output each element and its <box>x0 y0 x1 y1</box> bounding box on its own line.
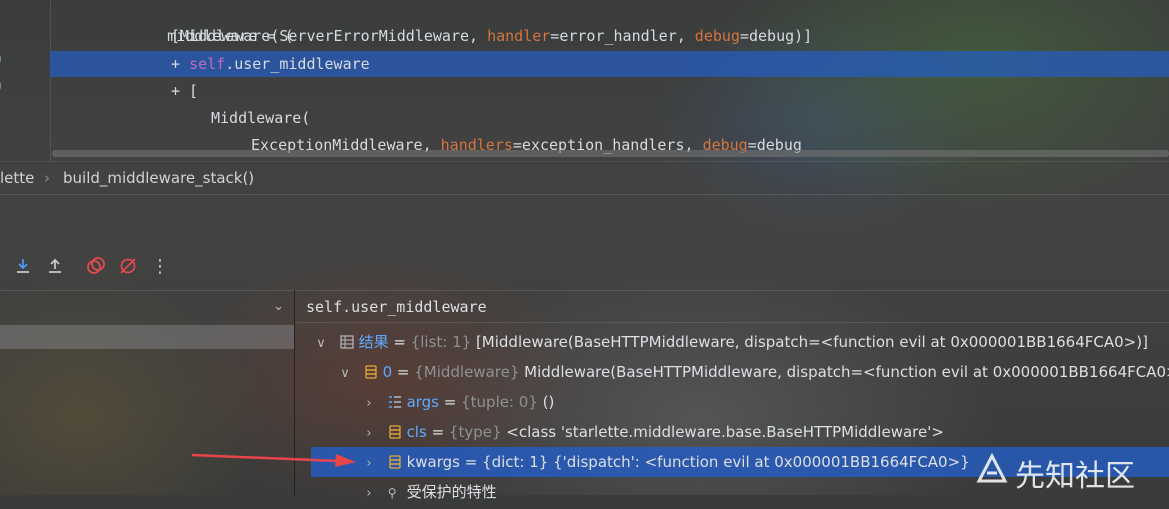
code-text: =error_handler, <box>550 27 695 45</box>
mute-breakpoints-icon[interactable] <box>116 254 140 278</box>
chevron-right-icon[interactable]: › <box>361 419 377 449</box>
tree-row-result[interactable]: ∨ 结果 = {list: 1} [Middleware(BaseHTTPMid… <box>313 327 1148 357</box>
equals: = <box>459 453 483 471</box>
equals: = <box>392 363 415 381</box>
var-type: {dict: 1} <box>482 453 549 471</box>
chevron-right-icon[interactable]: › <box>361 449 377 479</box>
keyword-param: handler <box>487 27 551 45</box>
chevron-down-icon[interactable]: ∨ <box>337 359 353 389</box>
tree-row-protected-attributes[interactable]: › ⚲ 受保护的特性 <box>361 477 497 509</box>
view-breakpoints-icon[interactable] <box>84 254 108 278</box>
code-line-4[interactable]: + [ <box>171 78 198 104</box>
var-name: args <box>406 393 439 411</box>
variable-icon <box>389 455 401 469</box>
var-value: () <box>542 393 555 411</box>
line-number-fragment: 0 <box>0 80 2 95</box>
var-name: cls <box>406 423 427 441</box>
watermark: 先知社区 <box>975 449 1169 494</box>
var-type: {list: 1} <box>410 333 472 351</box>
var-value: {'dispatch': <function evil at 0x000001B… <box>553 453 970 471</box>
more-options-icon[interactable]: ⋮ <box>148 254 172 278</box>
var-type: {Middleware} <box>414 363 520 381</box>
self-keyword: self <box>189 55 226 73</box>
var-value: [Middleware(BaseHTTPMiddleware, dispatch… <box>475 333 1148 351</box>
var-value: Middleware(BaseHTTPMiddleware, dispatch=… <box>524 363 1169 381</box>
equals: = <box>426 423 449 441</box>
chevron-right-icon[interactable]: › <box>361 389 377 419</box>
equals: = <box>388 333 411 351</box>
tree-row-kwargs[interactable]: › kwargs = {dict: 1} {'dispatch': <funct… <box>361 447 970 479</box>
step-out-icon[interactable] <box>43 254 67 278</box>
var-type: {tuple: 0} <box>461 393 538 411</box>
variable-icon <box>389 425 401 439</box>
tuple-icon <box>388 396 401 408</box>
code-text: [Middleware(ServerErrorMiddleware, <box>171 27 488 45</box>
selected-frame-row[interactable] <box>0 325 294 349</box>
breadcrumb-function[interactable]: build_middleware_stack() <box>63 162 254 194</box>
chevron-down-icon[interactable]: ⌄ <box>273 299 284 314</box>
var-name: 0 <box>382 363 393 381</box>
code-line-2[interactable]: [Middleware(ServerErrorMiddleware, handl… <box>171 23 812 49</box>
chevron-right-icon: › <box>44 169 50 187</box>
var-value: <class 'starlette.middleware.base.BaseHT… <box>506 423 944 441</box>
code-text: .user_middleware <box>225 55 370 73</box>
chevron-down-icon[interactable]: ∨ <box>313 329 329 359</box>
code-line-5[interactable]: Middleware( <box>211 105 310 131</box>
step-into-icon[interactable] <box>11 254 35 278</box>
var-type: {type} <box>448 423 502 441</box>
var-name: kwargs <box>406 453 460 471</box>
watermark-logo-icon <box>976 453 1008 483</box>
list-icon <box>340 335 354 349</box>
chevron-right-icon[interactable]: › <box>361 479 377 509</box>
breadcrumb: lette › build_middleware_stack() <box>0 161 1169 195</box>
code-editor[interactable]: 9 0 middleware = ( [Middleware(ServerErr… <box>0 0 1169 161</box>
annotation-arrow-icon <box>191 453 356 467</box>
variable-icon <box>365 365 377 379</box>
tree-row-args[interactable]: › args = {tuple: 0} () <box>361 387 554 417</box>
tree-row-cls[interactable]: › cls = {type} <class 'starlette.middlew… <box>361 417 944 447</box>
keyword-param: debug <box>694 27 740 45</box>
code-text: =debug)] <box>739 27 813 45</box>
code-text: + <box>171 55 190 73</box>
code-text: Middleware( <box>211 109 311 127</box>
debug-toolbar: ⋮ <box>0 252 300 280</box>
watermark-text: 先知社区 <box>1015 459 1135 494</box>
protected-attributes-icon: ⚲ <box>387 486 397 500</box>
horizontal-scrollbar[interactable] <box>52 150 1169 157</box>
line-number-fragment: 9 <box>0 53 2 68</box>
var-name: 结果 <box>358 333 389 351</box>
code-line-1[interactable]: middleware = ( <box>131 0 293 45</box>
code-line-3[interactable]: + self.user_middleware <box>171 51 370 77</box>
breadcrumb-module[interactable]: lette <box>0 162 34 194</box>
expression-input[interactable]: self.user_middleware <box>295 291 1169 323</box>
gutter-separator <box>50 0 51 161</box>
code-text: + [ <box>171 82 199 100</box>
tree-row-index-0[interactable]: ∨ 0 = {Middleware} Middleware(BaseHTTPMi… <box>337 357 1169 387</box>
var-name: 受保护的特性 <box>406 483 497 501</box>
equals: = <box>439 393 462 411</box>
